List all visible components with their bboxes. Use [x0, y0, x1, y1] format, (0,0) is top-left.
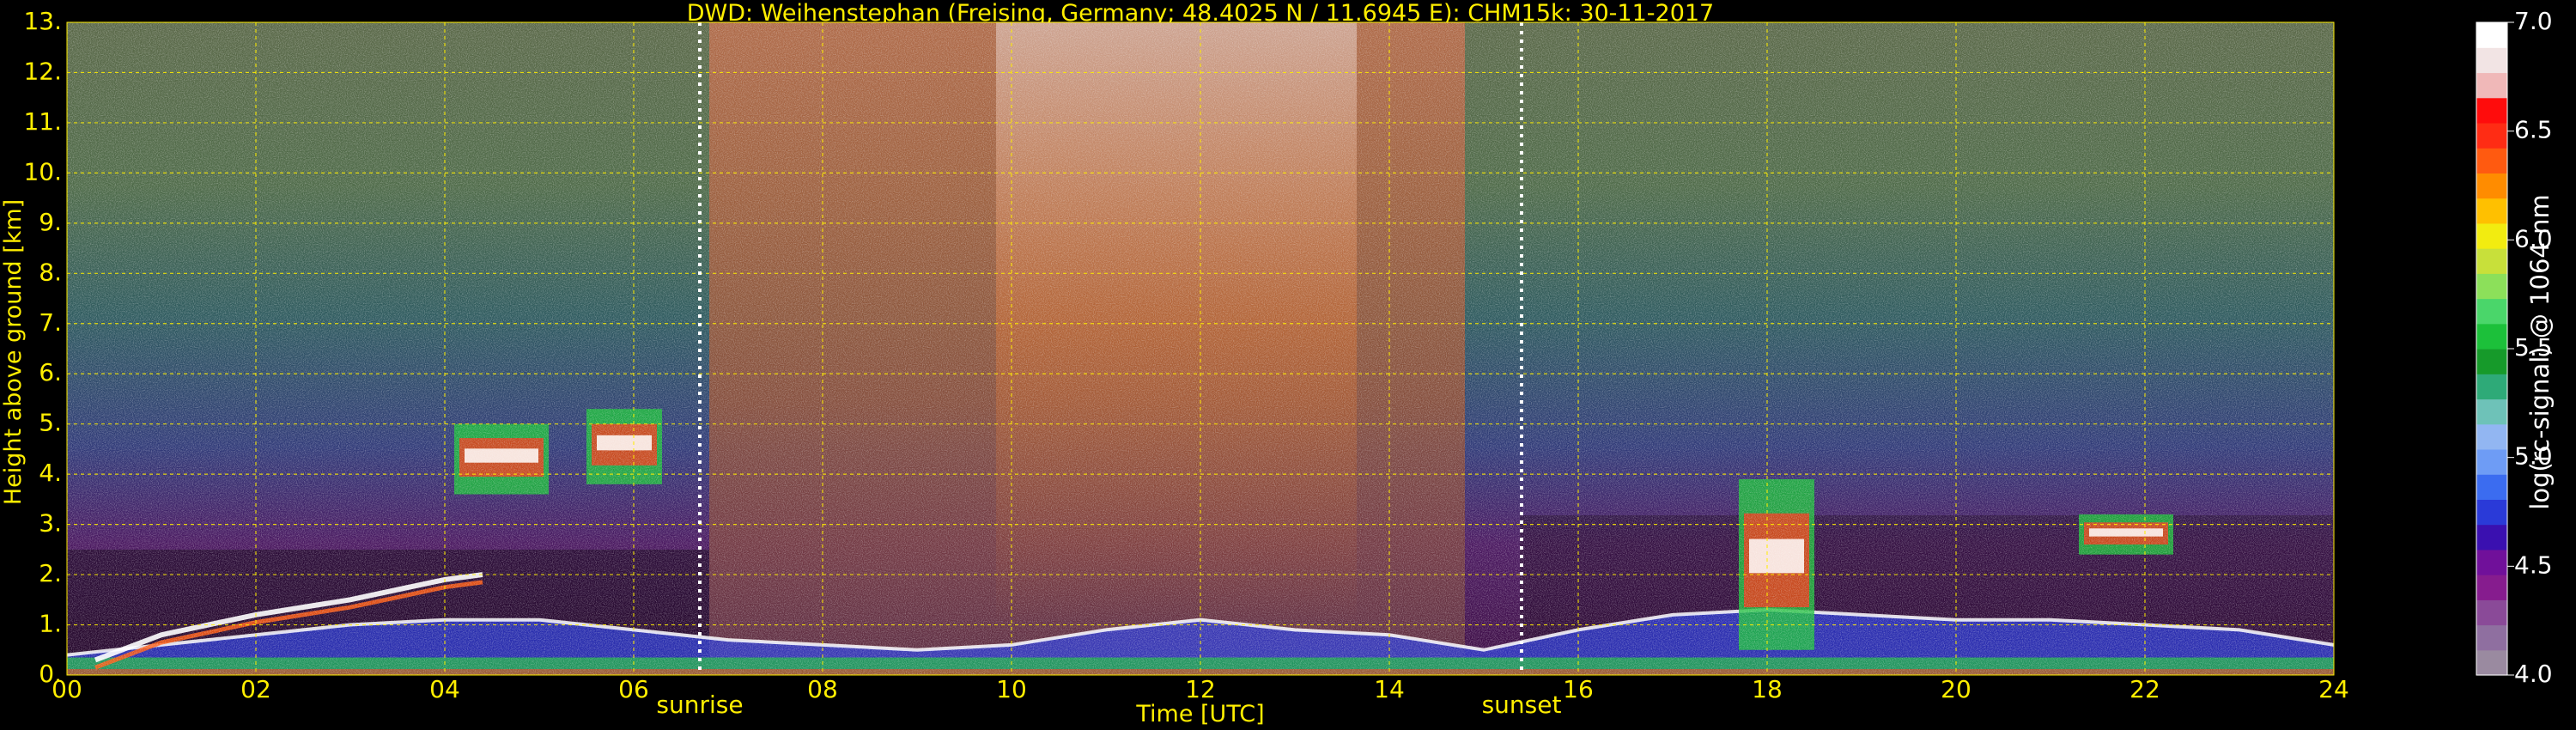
- colorbar-segment: [2476, 474, 2507, 500]
- colorbar-segment: [2476, 323, 2507, 350]
- colorbar-segment: [2476, 398, 2507, 425]
- colorbar-segment: [2476, 599, 2507, 626]
- y-tick-label: 2.: [39, 559, 62, 587]
- x-tick-label: 06: [618, 675, 649, 703]
- x-tick-label: 14: [1374, 675, 1405, 703]
- x-tick-label: 22: [2129, 675, 2160, 703]
- colorbar-segment: [2476, 499, 2507, 526]
- x-tick-label: 12: [1185, 675, 1216, 703]
- y-axis-ticks: 0.1.2.3.4.5.6.7.8.9.10.11.12.13.: [23, 7, 62, 688]
- colorbar-segment: [2476, 248, 2507, 274]
- colorbar-segment: [2476, 575, 2507, 600]
- y-tick-label: 3.: [39, 509, 62, 538]
- x-tick-label: 04: [429, 675, 460, 703]
- y-tick-label: 12.: [23, 57, 62, 85]
- colorbar-segment: [2476, 624, 2507, 651]
- colorbar-segment: [2476, 423, 2507, 450]
- y-axis-label: Height above ground [km]: [0, 199, 27, 505]
- colorbar-tick-label: 7.0: [2514, 7, 2553, 35]
- time-annotations: sunrise sunset: [656, 690, 1561, 719]
- colorbar-segment: [2476, 22, 2507, 48]
- x-tick-label: 00: [52, 675, 82, 703]
- colorbar-segment: [2476, 524, 2507, 551]
- colorbar-segment: [2476, 148, 2507, 173]
- plot-area: [67, 22, 2334, 675]
- y-tick-label: 13.: [23, 7, 62, 35]
- y-tick-label: 6.: [39, 358, 62, 386]
- colorbar-segment: [2476, 72, 2507, 99]
- colorbar-segment: [2476, 47, 2507, 74]
- colorbar-segment: [2476, 97, 2507, 124]
- x-axis-ticks: 00 02 04 06 08 10 12 14 16 18 20 22 24: [52, 675, 2349, 703]
- lidar-quicklook-figure: DWD: Weihenstephan (Freising, Germany; 4…: [0, 0, 2555, 727]
- y-tick-label: 7.: [39, 308, 62, 337]
- x-tick-label: 18: [1752, 675, 1783, 703]
- colorbar-tick-label: 4.5: [2514, 551, 2553, 579]
- y-tick-label: 8.: [39, 258, 62, 286]
- colorbar-tick-label: 6.5: [2514, 116, 2553, 144]
- colorbar-segment: [2476, 173, 2507, 199]
- x-tick-label: 24: [2318, 675, 2349, 703]
- colorbar-segment: [2476, 198, 2507, 224]
- colorbar-segment: [2476, 122, 2507, 149]
- y-tick-label: 1.: [39, 610, 62, 638]
- colorbar-segment: [2476, 374, 2507, 400]
- x-tick-label: 08: [807, 675, 838, 703]
- x-axis-label: Time [UTC]: [1135, 701, 1264, 727]
- colorbar-segment: [2476, 349, 2507, 374]
- colorbar: [2476, 21, 2508, 676]
- y-tick-label: 5.: [39, 409, 62, 437]
- y-tick-label: 11.: [23, 107, 62, 136]
- colorbar-tick-label: 4.0: [2514, 660, 2553, 688]
- sunrise-label: sunrise: [656, 690, 743, 719]
- colorbar-segment: [2476, 273, 2507, 300]
- colorbar-segment: [2476, 222, 2507, 249]
- x-tick-label: 20: [1941, 675, 1971, 703]
- sunset-label: sunset: [1482, 690, 1562, 719]
- colorbar-segment: [2476, 649, 2507, 676]
- colorbar-segment: [2476, 298, 2507, 325]
- colorbar-segment: [2476, 448, 2507, 475]
- x-tick-label: 10: [996, 675, 1027, 703]
- y-tick-label: 9.: [39, 208, 62, 236]
- y-tick-label: 4.: [39, 459, 62, 487]
- x-tick-label: 16: [1563, 675, 1594, 703]
- colorbar-segment: [2476, 549, 2507, 575]
- y-tick-label: 10.: [23, 157, 62, 186]
- colorbar-label: log(rc-signal) @ 1064 nm: [2525, 194, 2555, 509]
- x-tick-label: 02: [240, 675, 271, 703]
